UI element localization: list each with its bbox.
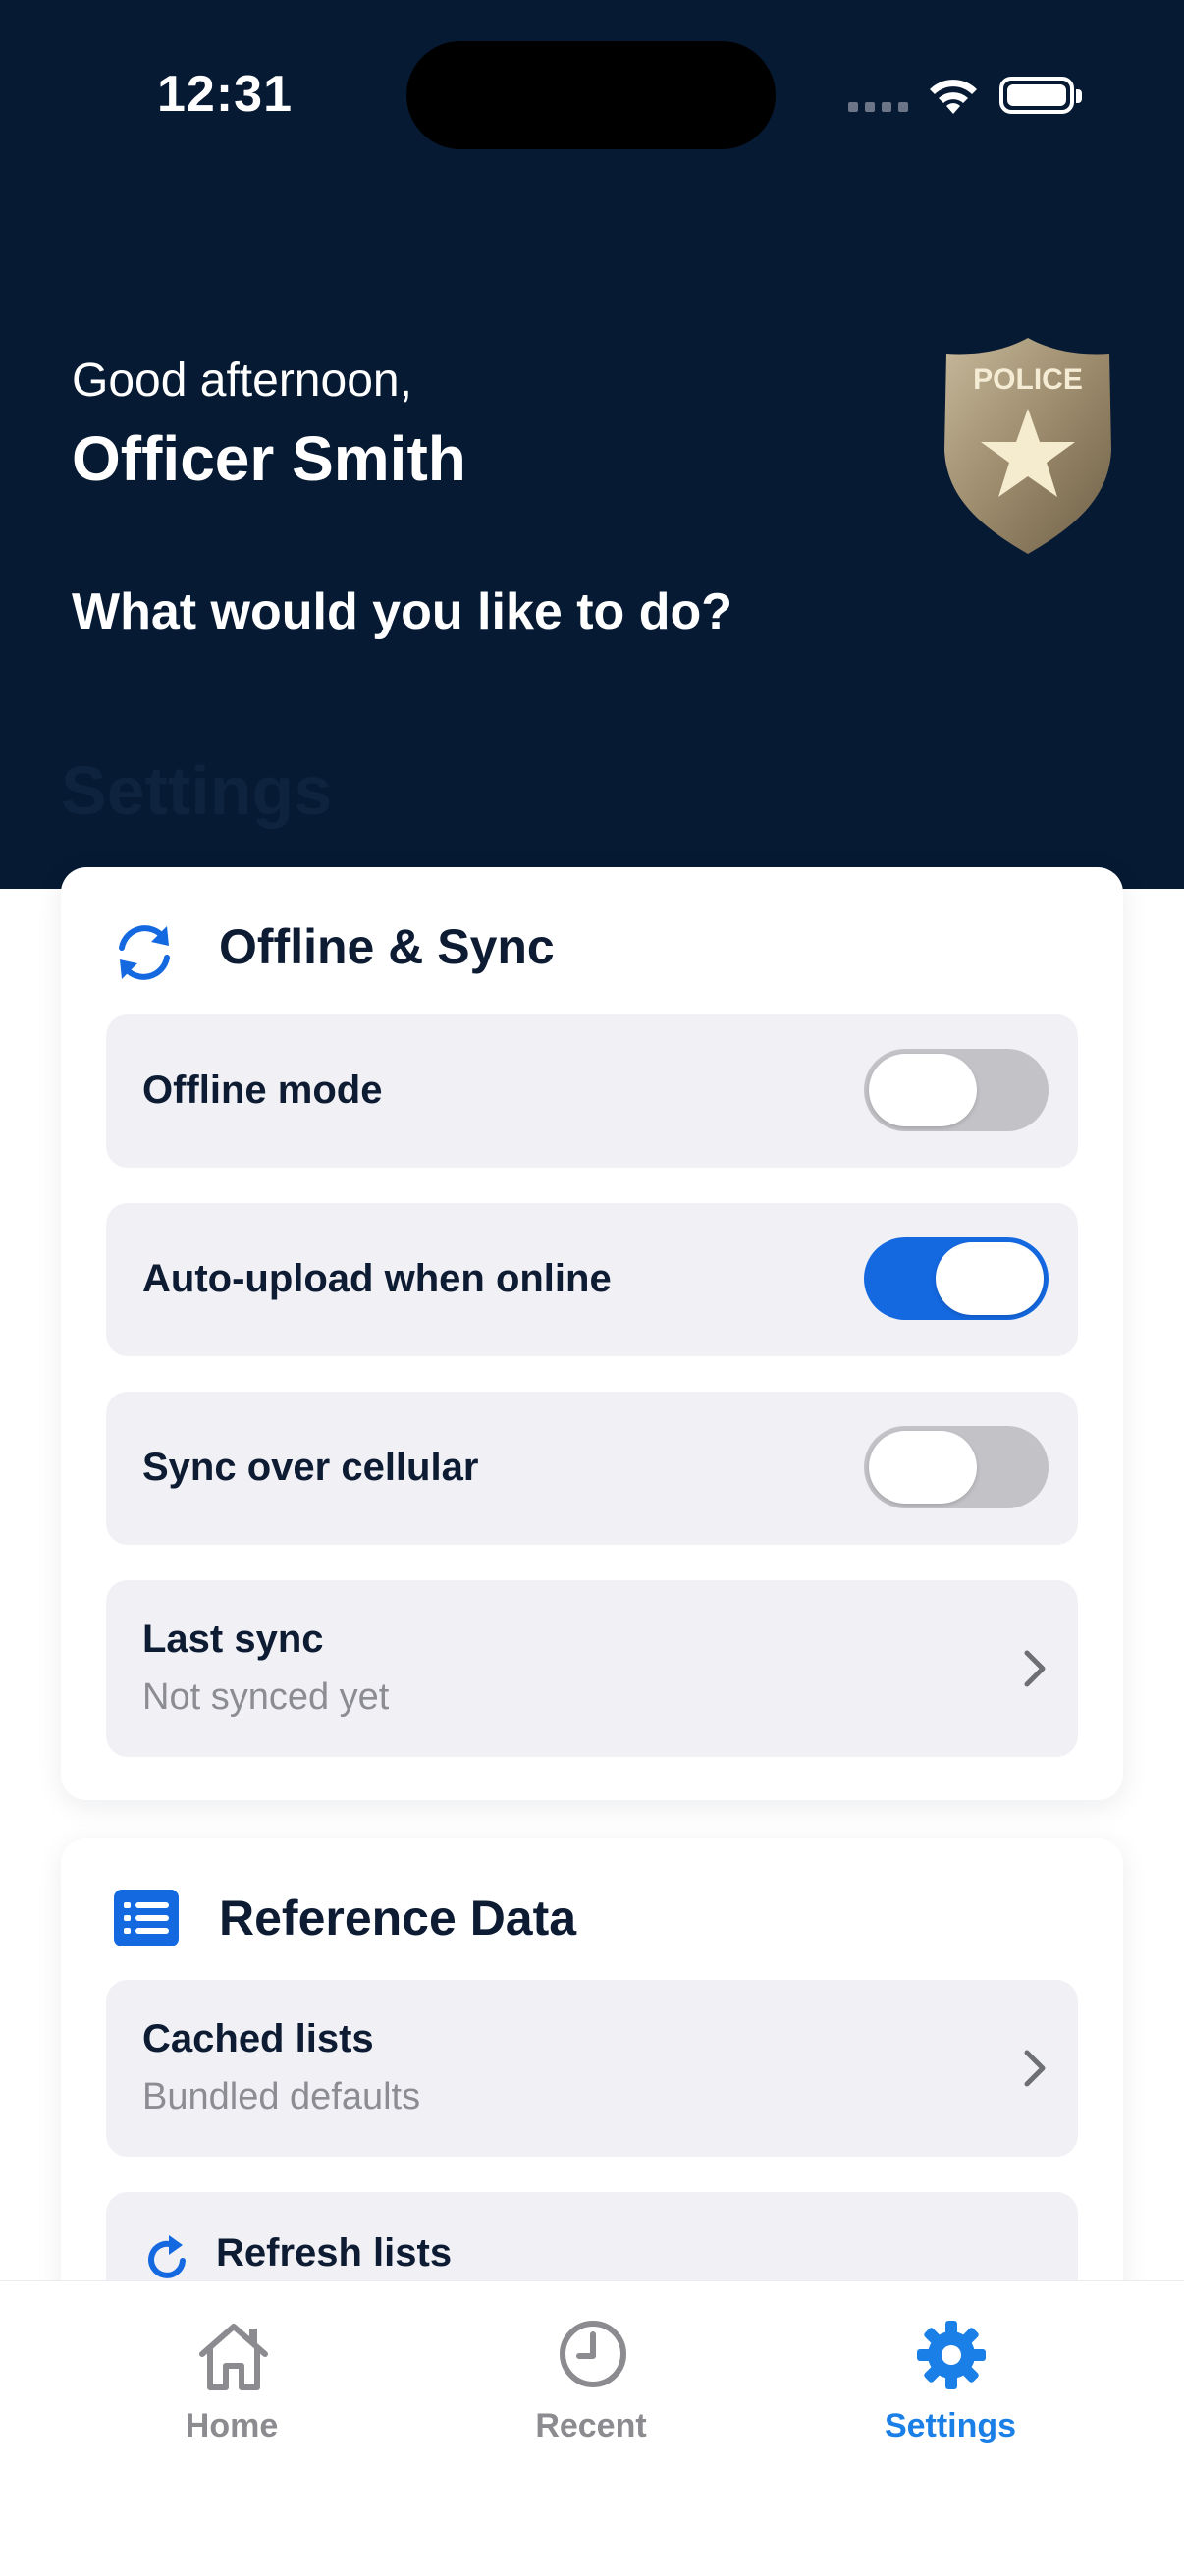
auto-upload-toggle[interactable] (864, 1237, 1049, 1320)
last-sync-value: Not synced yet (142, 1676, 390, 1718)
status-time: 12:31 (157, 66, 293, 123)
cached-lists-value: Bundled defaults (142, 2076, 421, 2117)
list-icon (114, 1890, 179, 1946)
offline-mode-toggle[interactable] (864, 1049, 1049, 1131)
sync-icon (119, 925, 170, 980)
wifi-icon (930, 80, 977, 114)
clock-icon (560, 2321, 626, 2387)
dynamic-island (406, 41, 776, 149)
header: 12:31 Good afternoon, Officer Smith What… (0, 0, 1184, 889)
prompt-text: What would you like to do? (72, 583, 733, 640)
tab-settings-label: Settings (884, 2407, 1017, 2444)
auto-upload-row[interactable]: Auto-upload when online (106, 1203, 1078, 1356)
battery-icon (999, 77, 1082, 114)
last-sync-label: Last sync (142, 1617, 324, 1661)
reference-data-title: Reference Data (219, 1891, 577, 1946)
offline-sync-title: Offline & Sync (219, 919, 555, 974)
cached-lists-row[interactable]: Cached lists Bundled defaults (106, 1980, 1078, 2157)
offline-mode-label: Offline mode (142, 1069, 383, 1112)
tab-bar: Home Recent Settings (0, 2280, 1184, 2576)
tab-home[interactable]: Home (84, 2281, 379, 2478)
house-icon (199, 2324, 268, 2390)
sync-cellular-toggle[interactable] (864, 1426, 1049, 1508)
cached-lists-label: Cached lists (142, 2017, 374, 2060)
refresh-lists-label: Refresh lists (216, 2231, 453, 2275)
last-sync-row[interactable]: Last sync Not synced yet (106, 1580, 1078, 1757)
tab-recent-label: Recent (535, 2407, 647, 2444)
reference-data-header: Reference Data (61, 1838, 1123, 1986)
police-badge-icon: POLICE (944, 338, 1111, 554)
tab-settings[interactable]: Settings (803, 2281, 1098, 2478)
tab-home-label: Home (185, 2407, 279, 2444)
refresh-icon (148, 2235, 186, 2278)
gear-icon (917, 2321, 986, 2389)
sync-cellular-row[interactable]: Sync over cellular (106, 1392, 1078, 1545)
auto-upload-label: Auto-upload when online (142, 1257, 612, 1300)
tab-recent[interactable]: Recent (444, 2281, 738, 2478)
sync-cellular-label: Sync over cellular (142, 1446, 479, 1489)
offline-sync-header: Offline & Sync (61, 867, 1123, 1014)
page-title: Settings (61, 752, 333, 829)
offline-mode-row[interactable]: Offline mode (106, 1014, 1078, 1168)
svg-text:POLICE: POLICE (973, 363, 1083, 396)
chevron-right-icon (1024, 1650, 1046, 1687)
chevron-right-icon (1024, 2050, 1046, 2087)
officer-name: Officer Smith (72, 423, 466, 494)
greeting-text: Good afternoon, (72, 355, 412, 407)
offline-sync-card: Offline & Sync Offline mode Auto-upload … (61, 867, 1123, 1800)
cellular-signal-icon (848, 102, 908, 112)
